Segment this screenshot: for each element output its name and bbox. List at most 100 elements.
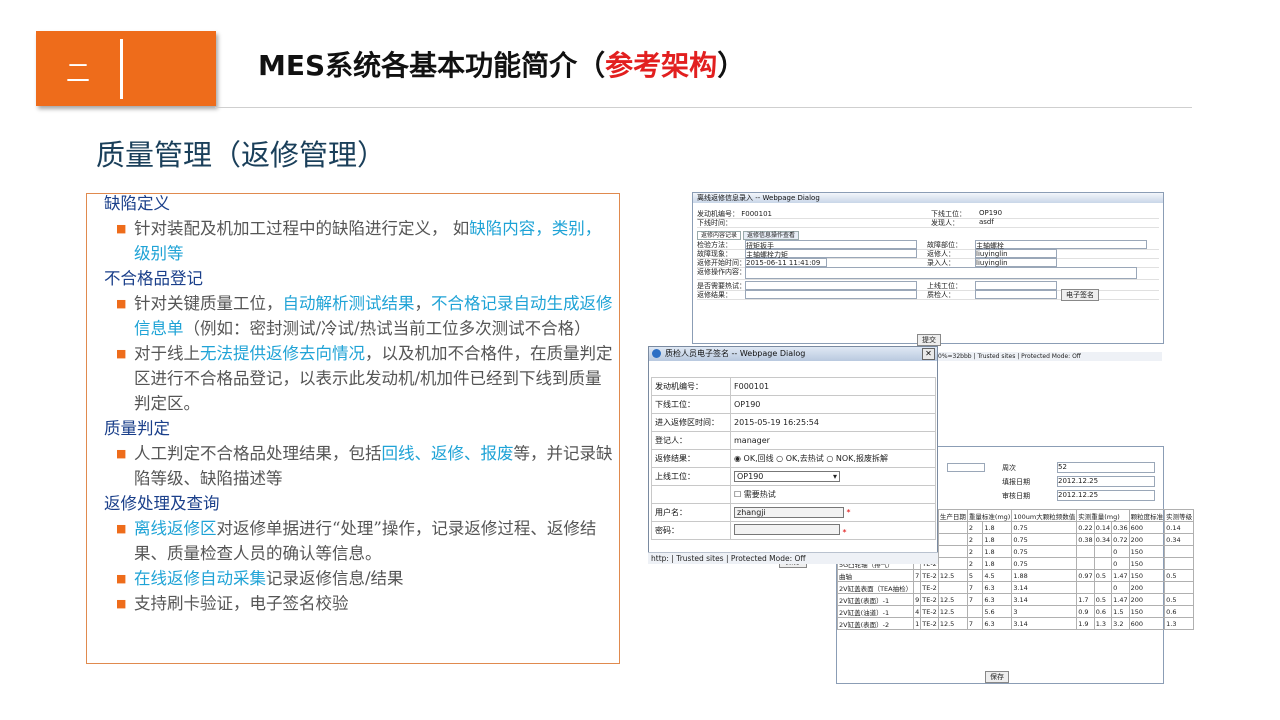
fill-date-field[interactable]: 2012.12.25	[1057, 476, 1155, 487]
table-cell: 0.38	[1076, 533, 1095, 546]
table-cell: 12.5	[937, 617, 968, 630]
up-station-select[interactable]: OP190 ▾	[734, 471, 840, 482]
table-cell: 0.75	[1011, 533, 1078, 546]
audit-date-field[interactable]: 2012.12.25	[1057, 490, 1155, 501]
table-cell: 4	[913, 605, 922, 618]
page-subtitle: 质量管理（返修管理）	[96, 138, 387, 172]
table-cell: 600	[1128, 617, 1166, 630]
table-cell: 2	[966, 545, 984, 558]
entry-person-field[interactable]: liuyinglin	[975, 258, 1057, 267]
table-cell: 200	[1128, 593, 1166, 606]
fault-part-select[interactable]: 主轴螺栓	[975, 240, 1147, 250]
username-input[interactable]: zhangji	[734, 507, 844, 518]
table-cell	[937, 545, 968, 558]
tab-repair-view[interactable]: 返修信息操作查看	[742, 231, 799, 240]
bullet-icon: ■	[116, 522, 127, 535]
radio-ok-return[interactable]: ◉	[734, 454, 744, 463]
repair-person-field[interactable]: liuyinglin	[975, 249, 1057, 258]
table-cell	[937, 521, 968, 534]
bullet-icon: ■	[116, 447, 127, 460]
table-cell: 1.8	[982, 533, 1013, 546]
table-cell: 3.14	[1011, 593, 1078, 606]
table-cell	[937, 557, 968, 570]
section-divider	[120, 39, 123, 99]
check-method-select[interactable]: 扭矩扳手	[745, 240, 917, 250]
table-cell: 5	[966, 569, 984, 582]
op-content-textarea[interactable]	[745, 267, 1137, 279]
table-cell: 9	[913, 593, 922, 606]
table-cell: 0.97	[1076, 569, 1095, 582]
table-cell	[1164, 545, 1195, 558]
heading-nonconforming: 不合格品登记	[104, 269, 203, 288]
up-station-field[interactable]	[975, 281, 1057, 290]
page-title: MES系统各基本功能简介（参考架构）	[258, 44, 745, 84]
table-cell: 3	[1011, 605, 1078, 618]
table-cell: 0.14	[1164, 521, 1195, 534]
table-cell: 0.22	[1076, 521, 1095, 534]
dialog-status-bar: http: | Trusted sites | Protected Mode: …	[648, 552, 938, 564]
table-cell: 4.5	[982, 569, 1013, 582]
bullet-icon: ■	[116, 572, 127, 585]
table-cell: 6.3	[982, 617, 1013, 630]
retest-checkbox[interactable]: ☐	[734, 490, 744, 499]
login-value: manager	[730, 431, 936, 450]
table-cell: 2V缸盖(油道）-1	[836, 605, 915, 618]
section-badge: 二	[36, 31, 216, 106]
retest-field[interactable]	[745, 281, 917, 290]
esign-button[interactable]: 电子签名	[1061, 289, 1099, 301]
grid-select[interactable]	[947, 463, 985, 472]
table-cell: 12.5	[937, 593, 968, 606]
table-cell: 0.6	[1093, 605, 1113, 618]
start-time-field[interactable]: 2015-06-11 11:41:09	[745, 258, 827, 267]
table-cell: 0.36	[1111, 521, 1130, 534]
radio-nok-scrap[interactable]: ○	[826, 454, 836, 463]
table-cell: 1.8	[982, 521, 1013, 534]
table-cell: 2V缸盖(表面）-1	[836, 593, 915, 606]
submit-button[interactable]: 提交	[917, 334, 941, 346]
table-cell: 1.9	[1076, 617, 1095, 630]
table-cell: 150	[1128, 557, 1166, 570]
password-input[interactable]	[734, 524, 840, 535]
table-row: 2V缸盖表面（TEA抽检） TE-2 7 6.3 3.14 0 200	[836, 581, 1195, 594]
table-cell: 1.8	[982, 557, 1013, 570]
table-cell: TE-2	[920, 617, 939, 630]
table-cell: 3.14	[1011, 581, 1078, 594]
close-icon[interactable]: ✕	[922, 348, 935, 360]
radio-ok-hottest[interactable]: ○	[776, 454, 786, 463]
table-cell	[937, 581, 968, 594]
table-cell: 7	[966, 593, 984, 606]
heading-repair-query: 返修处理及查询	[104, 494, 220, 513]
table-cell: 3.2	[1111, 617, 1130, 630]
table-cell: 150	[1128, 605, 1166, 618]
table-cell: 0	[1111, 581, 1130, 594]
table-cell	[937, 533, 968, 546]
week-field[interactable]: 52	[1057, 462, 1155, 473]
table-cell	[913, 581, 922, 594]
table-cell: 1.47	[1111, 593, 1130, 606]
result-field[interactable]	[745, 290, 917, 299]
fault-phenomenon-select[interactable]: 主轴螺栓力矩	[745, 249, 917, 259]
table-cell: 1.88	[1011, 569, 1078, 582]
table-cell	[1076, 581, 1095, 594]
grid-save-button[interactable]: 保存	[985, 671, 1009, 683]
tab-repair-content[interactable]: 返修内容记录	[697, 231, 742, 240]
bullet-icon: ■	[116, 297, 127, 310]
window-title: 离线返修信息录入 -- Webpage Dialog	[693, 193, 1163, 203]
bullet-nonconforming-1: ■ 针对关键质量工位，自动解析测试结果，不合格记录自动生成返修信息单（例如：密封测…	[104, 291, 614, 341]
title-main: MES系统各基本功能简介（	[258, 49, 606, 82]
bullet-icon: ■	[116, 222, 127, 235]
table-cell: 150	[1128, 569, 1166, 582]
table-row: 2V缸盖(表面）-2 1 TE-2 12.5 7 6.3 3.14 1.9 1.3 3.2 600 1…	[836, 617, 1195, 630]
table-cell: 6.3	[982, 593, 1013, 606]
table-cell: 1.7	[1076, 593, 1095, 606]
table-cell	[1093, 557, 1113, 570]
table-cell: TE-2	[920, 593, 939, 606]
inspector-field[interactable]	[975, 290, 1057, 299]
table-cell: 7	[913, 569, 922, 582]
table-cell	[1164, 581, 1195, 594]
table-cell: 150	[1128, 545, 1166, 558]
bullet-defect-definition: ■ 针对装配及机加工过程中的缺陷进行定义， 如缺陷内容，类别，级别等	[104, 216, 614, 266]
table-cell: 0.75	[1011, 545, 1078, 558]
table-cell: 0	[1111, 557, 1130, 570]
table-cell: 7	[966, 581, 984, 594]
